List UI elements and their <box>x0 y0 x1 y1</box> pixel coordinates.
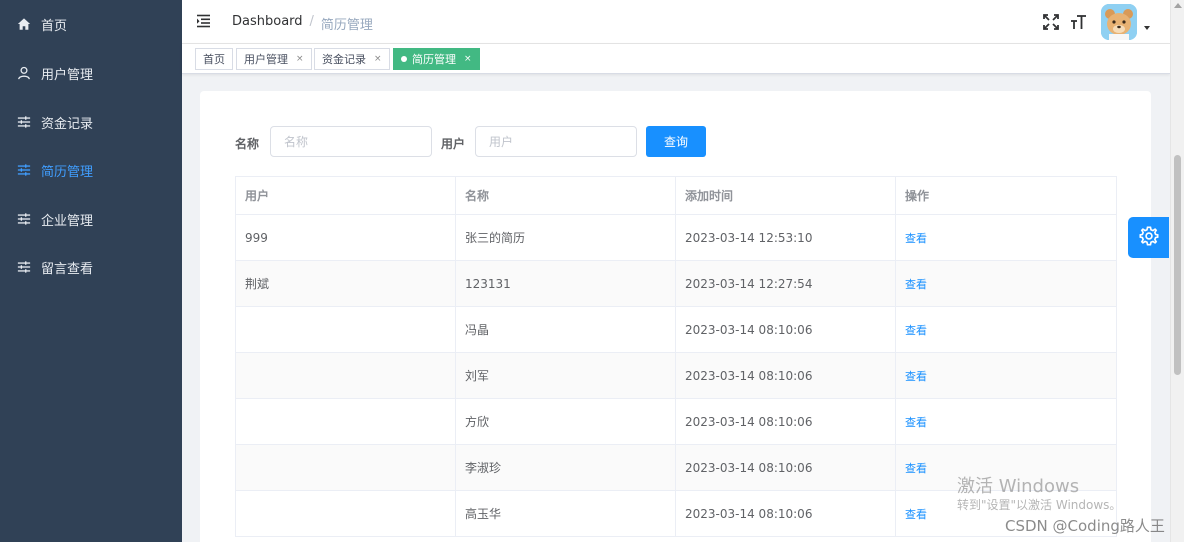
cell-action: 查看 <box>895 214 1117 261</box>
cell-time: 2023-03-14 08:10:06 <box>675 306 896 353</box>
tag-resume[interactable]: 简历管理 × <box>393 48 480 70</box>
sidebar-item-resume[interactable]: 简历管理 <box>0 146 182 194</box>
chevron-down-icon[interactable] <box>1144 26 1150 30</box>
cell-time: 2023-03-14 08:10:06 <box>675 444 896 491</box>
sliders-icon <box>17 212 31 226</box>
sidebar-item-home[interactable]: 首页 <box>0 0 182 48</box>
sliders-icon <box>17 260 31 274</box>
view-link[interactable]: 查看 <box>905 232 927 245</box>
sidebar-item-users[interactable]: 用户管理 <box>0 49 182 97</box>
tag-label: 首页 <box>203 53 225 66</box>
sidebar-item-messages[interactable]: 留言查看 <box>0 243 182 291</box>
cell-name: 李淑珍 <box>455 444 676 491</box>
sidebar-item-funds[interactable]: 资金记录 <box>0 98 182 146</box>
tag-home[interactable]: 首页 <box>195 48 233 70</box>
breadcrumb-home[interactable]: Dashboard <box>232 14 303 33</box>
table-row: 冯晶 2023-03-14 08:10:06 查看 <box>235 306 1117 353</box>
table-row: 999 张三的简历 2023-03-14 12:53:10 查看 <box>235 214 1117 261</box>
breadcrumb-current: 简历管理 <box>320 18 373 33</box>
breadcrumb: Dashboard / 简历管理 <box>232 14 373 33</box>
view-link[interactable]: 查看 <box>905 278 927 291</box>
cell-name: 123131 <box>455 260 676 307</box>
view-link[interactable]: 查看 <box>905 508 927 521</box>
sidebar-item-company[interactable]: 企业管理 <box>0 195 182 243</box>
cell-action: 查看 <box>895 398 1117 445</box>
tag-label: 简历管理 <box>412 53 456 66</box>
user-input[interactable] <box>475 126 637 157</box>
name-input[interactable] <box>270 126 432 157</box>
close-icon[interactable]: × <box>464 54 472 64</box>
page-scrollbar[interactable] <box>1170 0 1184 542</box>
breadcrumb-separator: / <box>309 14 314 29</box>
sidebar-item-label: 资金记录 <box>41 116 94 132</box>
cell-time: 2023-03-14 12:27:54 <box>675 260 896 307</box>
cell-action: 查看 <box>895 306 1117 353</box>
avatar[interactable] <box>1101 4 1137 40</box>
sliders-icon <box>17 115 31 129</box>
sliders-icon <box>17 163 31 177</box>
sidebar-item-label: 用户管理 <box>41 67 94 83</box>
cell-time: 2023-03-14 08:10:06 <box>675 398 896 445</box>
user-icon <box>17 66 31 80</box>
cell-action: 查看 <box>895 352 1117 399</box>
cell-user <box>235 398 456 445</box>
tag-funds[interactable]: 资金记录 × <box>314 48 390 70</box>
cell-time: 2023-03-14 08:10:06 <box>675 352 896 399</box>
sidebar-item-label: 留言查看 <box>41 261 94 277</box>
cell-name: 冯晶 <box>455 306 676 353</box>
hamburger-icon[interactable] <box>196 13 212 29</box>
fullscreen-icon[interactable] <box>1041 12 1061 32</box>
close-icon[interactable]: × <box>374 54 382 64</box>
sidebar-item-label: 简历管理 <box>41 164 94 180</box>
scrollbar-thumb[interactable] <box>1174 155 1181 375</box>
tag-label: 资金记录 <box>322 53 366 66</box>
cell-name: 张三的简历 <box>455 214 676 261</box>
gear-icon <box>1138 225 1160 250</box>
table-row: 方欣 2023-03-14 08:10:06 查看 <box>235 398 1117 445</box>
column-header-action: 操作 <box>895 176 1117 215</box>
tag-label: 用户管理 <box>244 53 288 66</box>
font-size-icon[interactable] <box>1069 12 1089 32</box>
cell-name: 方欣 <box>455 398 676 445</box>
cell-user <box>235 352 456 399</box>
view-link[interactable]: 查看 <box>905 462 927 475</box>
table-header-row: 用户 名称 添加时间 操作 <box>235 176 1117 215</box>
view-link[interactable]: 查看 <box>905 370 927 383</box>
query-button[interactable]: 查询 <box>646 126 706 157</box>
scroll-up-icon[interactable] <box>1174 3 1182 8</box>
csdn-watermark: CSDN @Coding路人王 <box>1005 517 1165 535</box>
table-row: 荆斌 123131 2023-03-14 12:27:54 查看 <box>235 260 1117 307</box>
cell-user: 999 <box>235 214 456 261</box>
sidebar-item-label: 首页 <box>41 18 68 34</box>
close-icon[interactable]: × <box>296 54 304 64</box>
view-link[interactable]: 查看 <box>905 416 927 429</box>
name-label: 名称 <box>235 137 260 151</box>
cell-action: 查看 <box>895 260 1117 307</box>
column-header-time[interactable]: 添加时间 <box>675 176 896 215</box>
column-header-user[interactable]: 用户 <box>235 176 456 215</box>
cell-time: 2023-03-14 12:53:10 <box>675 214 896 261</box>
cell-user <box>235 444 456 491</box>
cell-user: 荆斌 <box>235 260 456 307</box>
tags-view: 首页 用户管理 × 资金记录 × 简历管理 × <box>182 44 1170 74</box>
cell-user <box>235 490 456 537</box>
navbar: Dashboard / 简历管理 <box>182 0 1170 44</box>
table-row: 刘军 2023-03-14 08:10:06 查看 <box>235 352 1117 399</box>
cell-name: 刘军 <box>455 352 676 399</box>
cell-time: 2023-03-14 08:10:06 <box>675 490 896 537</box>
sidebar: 首页 用户管理 资金记录 简历管理 企业管理 留言查看 <box>0 0 182 542</box>
tag-users[interactable]: 用户管理 × <box>236 48 312 70</box>
view-link[interactable]: 查看 <box>905 324 927 337</box>
home-icon <box>17 17 31 31</box>
user-label: 用户 <box>441 137 466 151</box>
settings-button[interactable] <box>1128 217 1169 258</box>
windows-activation-hint: 转到"设置"以激活 Windows。 <box>957 498 1122 512</box>
windows-activation-title: 激活 Windows <box>957 476 1080 497</box>
sidebar-item-label: 企业管理 <box>41 213 94 229</box>
cell-name: 高玉华 <box>455 490 676 537</box>
cell-user <box>235 306 456 353</box>
active-dot-icon <box>401 56 407 62</box>
column-header-name[interactable]: 名称 <box>455 176 676 215</box>
